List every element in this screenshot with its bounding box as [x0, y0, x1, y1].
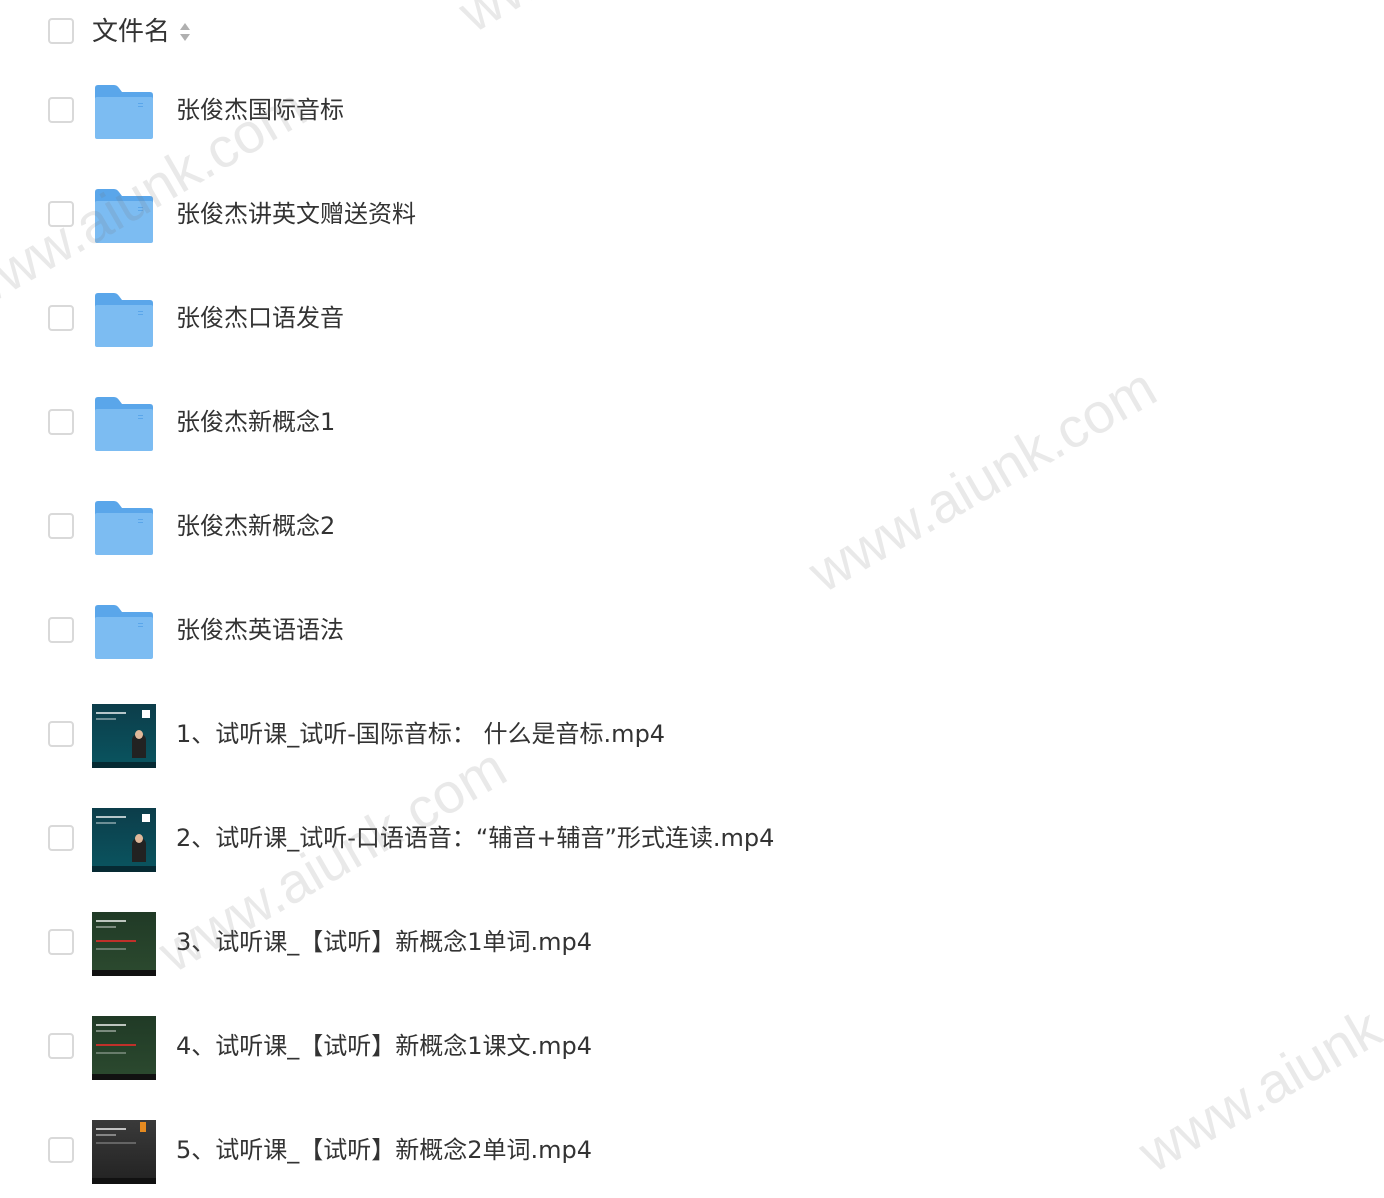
file-row[interactable]: 1、试听课_试听-国际音标： 什么是音标.mp4	[0, 684, 1384, 788]
row-checkbox[interactable]	[48, 201, 74, 227]
row-checkbox[interactable]	[48, 929, 74, 955]
file-row[interactable]: 3、试听课_【试听】新概念1单词.mp4	[0, 892, 1384, 996]
folder-icon	[92, 84, 156, 140]
row-checkbox[interactable]	[48, 97, 74, 123]
folder-icon	[92, 604, 156, 660]
file-row[interactable]: 2、试听课_试听-口语语音：“辅音+辅音”形式连读.mp4	[0, 788, 1384, 892]
row-checkbox[interactable]	[48, 513, 74, 539]
file-name[interactable]: 1、试听课_试听-国际音标： 什么是音标.mp4	[176, 716, 665, 752]
folder-row[interactable]: 张俊杰讲英文赠送资料	[0, 164, 1384, 268]
file-name[interactable]: 4、试听课_【试听】新概念1课文.mp4	[176, 1028, 592, 1064]
folder-row[interactable]: 张俊杰英语语法	[0, 580, 1384, 684]
file-name[interactable]: 张俊杰新概念2	[176, 508, 335, 544]
row-checkbox[interactable]	[48, 825, 74, 851]
video-thumbnail-icon	[92, 912, 156, 976]
file-name[interactable]: 5、试听课_【试听】新概念2单词.mp4	[176, 1132, 592, 1168]
video-thumbnail-icon	[92, 808, 156, 872]
file-row[interactable]: 5、试听课_【试听】新概念2单词.mp4	[0, 1100, 1384, 1198]
folder-row[interactable]: 张俊杰国际音标	[0, 60, 1384, 164]
file-name[interactable]: 2、试听课_试听-口语语音：“辅音+辅音”形式连读.mp4	[176, 820, 774, 856]
folder-row[interactable]: 张俊杰新概念2	[0, 476, 1384, 580]
file-name[interactable]: 张俊杰国际音标	[176, 92, 344, 128]
folder-row[interactable]: 张俊杰新概念1	[0, 372, 1384, 476]
file-name[interactable]: 3、试听课_【试听】新概念1单词.mp4	[176, 924, 592, 960]
row-checkbox[interactable]	[48, 1033, 74, 1059]
video-thumbnail-icon	[92, 704, 156, 768]
row-checkbox[interactable]	[48, 409, 74, 435]
file-name[interactable]: 张俊杰讲英文赠送资料	[176, 196, 416, 232]
file-name[interactable]: 张俊杰口语发音	[176, 300, 344, 336]
row-checkbox[interactable]	[48, 305, 74, 331]
sort-icon[interactable]	[178, 20, 192, 44]
row-checkbox[interactable]	[48, 617, 74, 643]
row-checkbox[interactable]	[48, 1137, 74, 1163]
folder-icon	[92, 188, 156, 244]
row-checkbox[interactable]	[48, 721, 74, 747]
video-thumbnail-icon	[92, 1016, 156, 1080]
column-header-filename[interactable]: 文件名	[92, 14, 170, 50]
file-name[interactable]: 张俊杰新概念1	[176, 404, 335, 440]
file-list-header: 文件名	[0, 0, 1384, 64]
folder-icon	[92, 500, 156, 556]
file-name[interactable]: 张俊杰英语语法	[176, 612, 344, 648]
folder-icon	[92, 292, 156, 348]
file-list-page: 文件名 张俊杰国际音标 张俊杰讲英文赠送资料 张俊杰口语发音 张俊杰新概念1 张…	[0, 0, 1384, 1198]
folder-icon	[92, 396, 156, 452]
video-thumbnail-icon	[92, 1120, 156, 1184]
select-all-checkbox[interactable]	[48, 18, 74, 44]
folder-row[interactable]: 张俊杰口语发音	[0, 268, 1384, 372]
file-row[interactable]: 4、试听课_【试听】新概念1课文.mp4	[0, 996, 1384, 1100]
